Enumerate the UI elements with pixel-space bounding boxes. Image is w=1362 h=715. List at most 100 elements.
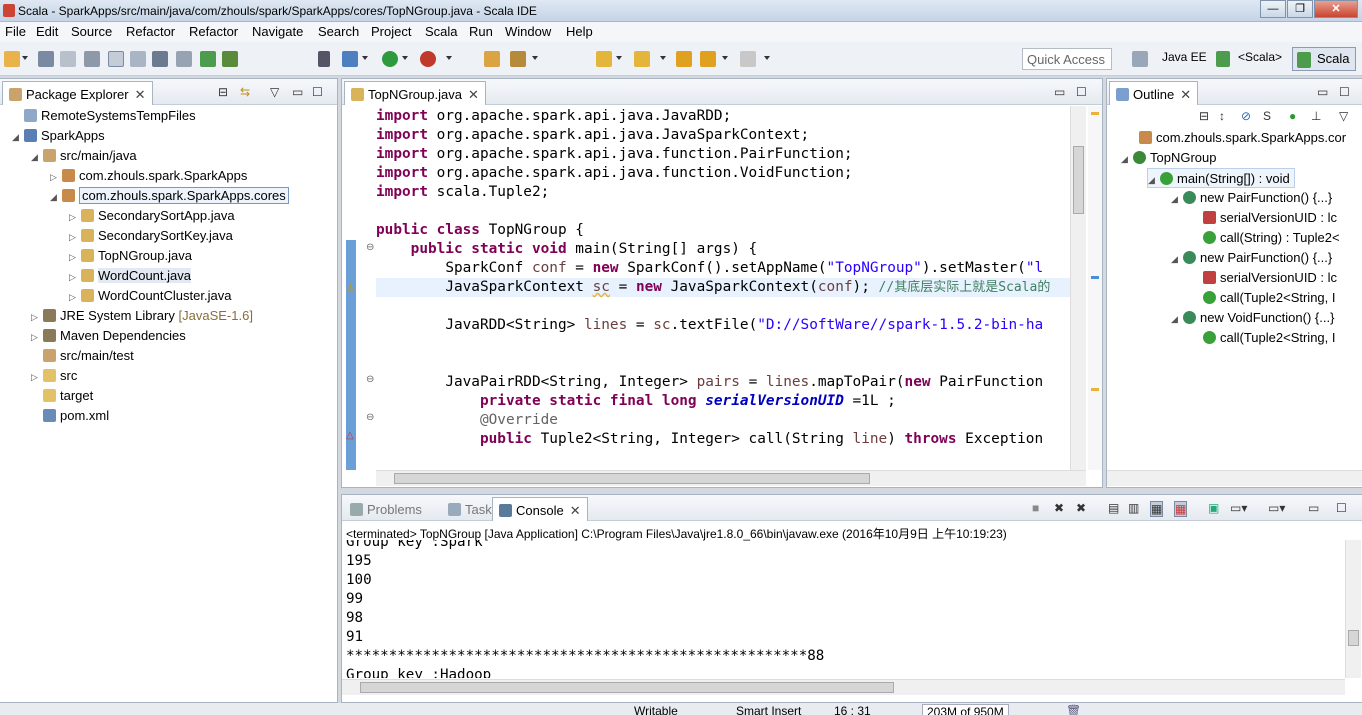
run-icon[interactable] [382, 51, 398, 67]
open-console-icon[interactable]: ▭▾ [1268, 501, 1285, 515]
terminate-icon[interactable]: ■ [1032, 501, 1039, 515]
expanded-arrow-icon[interactable]: ◢ [1171, 249, 1183, 269]
scroll-lock-icon[interactable]: ▥ [1128, 501, 1139, 515]
run-external-icon[interactable] [420, 51, 436, 67]
editor-vertical-scrollbar[interactable] [1070, 106, 1086, 470]
tree-item-remotesystems[interactable]: RemoteSystemsTempFiles [12, 106, 196, 126]
chevron-down-icon[interactable] [722, 56, 728, 60]
outline-item-call-2[interactable]: call(Tuple2<String, I [1203, 288, 1336, 308]
collapsed-arrow-icon[interactable]: ▷ [69, 287, 81, 307]
tree-item-sparkapps[interactable]: ◢ SparkApps [12, 126, 105, 146]
chevron-down-icon[interactable] [616, 56, 622, 60]
view-menu-icon[interactable]: ▽ [270, 85, 279, 99]
remove-all-icon[interactable]: ✖ [1076, 501, 1086, 515]
tree-item-secondarysortkey[interactable]: ▷ SecondarySortKey.java [69, 226, 233, 246]
overview-ruler[interactable] [1088, 106, 1102, 470]
minimize-view-icon[interactable]: ▭ [1308, 501, 1319, 515]
forward-icon[interactable] [740, 51, 756, 67]
scrollbar-thumb[interactable] [360, 682, 894, 693]
expanded-arrow-icon[interactable]: ◢ [31, 147, 43, 167]
new-icon[interactable] [4, 51, 20, 67]
outline-item-call-1[interactable]: call(String) : Tuple2< [1203, 228, 1340, 248]
outline-item-anon-3[interactable]: ◢ new VoidFunction() {...} [1171, 308, 1334, 328]
collapsed-arrow-icon[interactable]: ▷ [69, 267, 81, 287]
tab-outline[interactable]: Outline ✕ [1109, 81, 1199, 105]
fold-icon[interactable]: ⊖ [366, 374, 374, 385]
expanded-arrow-icon[interactable]: ◢ [12, 127, 24, 147]
scrollbar-thumb[interactable] [1073, 146, 1084, 214]
expanded-arrow-icon[interactable]: ◢ [1148, 170, 1160, 190]
outline-item-package[interactable]: com.zhouls.spark.SparkApps.cor [1127, 128, 1346, 148]
menu-project[interactable]: Project [371, 24, 411, 39]
scrollbar-thumb[interactable] [1348, 630, 1359, 646]
perspective-scala-button[interactable]: Scala [1292, 47, 1356, 71]
tree-item-src[interactable]: ▷ src [31, 366, 77, 386]
scala-object-icon[interactable] [200, 51, 216, 67]
chevron-down-icon[interactable] [22, 56, 28, 60]
perspective-java-ee[interactable]: Java EE [1162, 50, 1207, 64]
minimize-button[interactable]: — [1260, 0, 1286, 18]
back-icon[interactable] [700, 51, 716, 67]
clear-console-icon[interactable]: ▤ [1108, 501, 1119, 515]
fold-icon[interactable]: ⊖ [366, 412, 374, 423]
outline-item-main[interactable]: ◢ main(String[]) : void [1147, 168, 1295, 188]
tree-item-target[interactable]: target [31, 386, 93, 406]
hide-fields-icon[interactable]: ⊘ [1241, 109, 1251, 123]
close-icon[interactable]: ✕ [1180, 87, 1191, 102]
fold-icon[interactable]: ⊖ [366, 242, 374, 253]
scala-class-icon[interactable] [222, 51, 238, 67]
expanded-arrow-icon[interactable]: ◢ [1171, 189, 1183, 209]
console-output[interactable]: Group key :Spark 195 100 99 98 91 ******… [342, 540, 1344, 678]
chevron-down-icon[interactable] [446, 56, 452, 60]
hide-nonpublic-icon[interactable]: ● [1289, 109, 1296, 123]
perspective-scala-alt[interactable]: <Scala> [1238, 50, 1282, 64]
open-perspective-icon[interactable] [1132, 51, 1148, 67]
outline-horizontal-scrollbar[interactable] [1107, 470, 1362, 486]
chevron-down-icon[interactable] [362, 56, 368, 60]
save-all-icon[interactable] [60, 51, 76, 67]
tree-item-wordcount[interactable]: ▷ WordCount.java [69, 266, 191, 286]
menu-window[interactable]: Window [505, 24, 551, 39]
menu-scala[interactable]: Scala [425, 24, 458, 39]
restore-button[interactable]: ❐ [1287, 0, 1313, 18]
outline-item-call-3[interactable]: call(Tuple2<String, I [1203, 328, 1336, 348]
code-area[interactable]: ⊖ ⚠ ⊖ ⊖ △ import org.apache.spark.api.ja… [342, 106, 1070, 470]
collapsed-arrow-icon[interactable]: ▷ [69, 247, 81, 267]
close-button[interactable]: ✕ [1314, 0, 1358, 18]
wrench-icon[interactable] [510, 51, 526, 67]
close-icon[interactable]: ✕ [570, 503, 581, 518]
view-menu-icon[interactable]: ▽ [1339, 109, 1348, 123]
outline-item-class[interactable]: ◢ TopNGroup [1121, 148, 1216, 168]
close-icon[interactable]: ✕ [468, 87, 479, 102]
outline-item-uid-1[interactable]: serialVersionUID : lc [1203, 208, 1337, 228]
open-folder-icon[interactable] [484, 51, 500, 67]
chevron-down-icon[interactable] [764, 56, 770, 60]
collapse-all-icon[interactable]: ⊟ [218, 85, 228, 99]
open-type-icon[interactable] [152, 51, 168, 67]
link-editor-icon[interactable]: ⇆ [240, 85, 250, 99]
quick-access-input[interactable]: Quick Access [1022, 48, 1112, 70]
tab-problems[interactable]: Problems [344, 497, 428, 521]
toggle-icon[interactable] [108, 51, 124, 67]
collapsed-arrow-icon[interactable]: ▷ [69, 227, 81, 247]
maximize-view-icon[interactable]: ☐ [1336, 501, 1347, 515]
print-icon[interactable] [84, 51, 100, 67]
tree-item-package-cores[interactable]: ◢ com.zhouls.spark.SparkApps.cores [50, 186, 289, 206]
tree-item-maven-deps[interactable]: ▷ Maven Dependencies [31, 326, 186, 346]
last-edit-icon[interactable] [676, 51, 692, 67]
tree-item-wordcountcluster[interactable]: ▷ WordCountCluster.java [69, 286, 231, 306]
hide-static-icon[interactable]: S [1263, 109, 1271, 123]
expanded-arrow-icon[interactable]: ◢ [50, 187, 62, 207]
menu-search[interactable]: Search [318, 24, 359, 39]
menu-run[interactable]: Run [469, 24, 493, 39]
chevron-down-icon[interactable] [532, 56, 538, 60]
tree-item-pom[interactable]: pom.xml [31, 406, 109, 426]
warning-marker[interactable] [1091, 112, 1099, 115]
tree-item-src-main-java[interactable]: ◢ src/main/java [31, 146, 137, 166]
editor-horizontal-scrollbar[interactable] [376, 470, 1086, 486]
gc-icon[interactable]: 🗑 [1066, 704, 1081, 715]
minimize-view-icon[interactable]: ▭ [1317, 85, 1328, 99]
expanded-arrow-icon[interactable]: ◢ [1171, 309, 1183, 329]
console-vertical-scrollbar[interactable] [1345, 540, 1361, 678]
tab-console[interactable]: Console ✕ [492, 497, 588, 521]
